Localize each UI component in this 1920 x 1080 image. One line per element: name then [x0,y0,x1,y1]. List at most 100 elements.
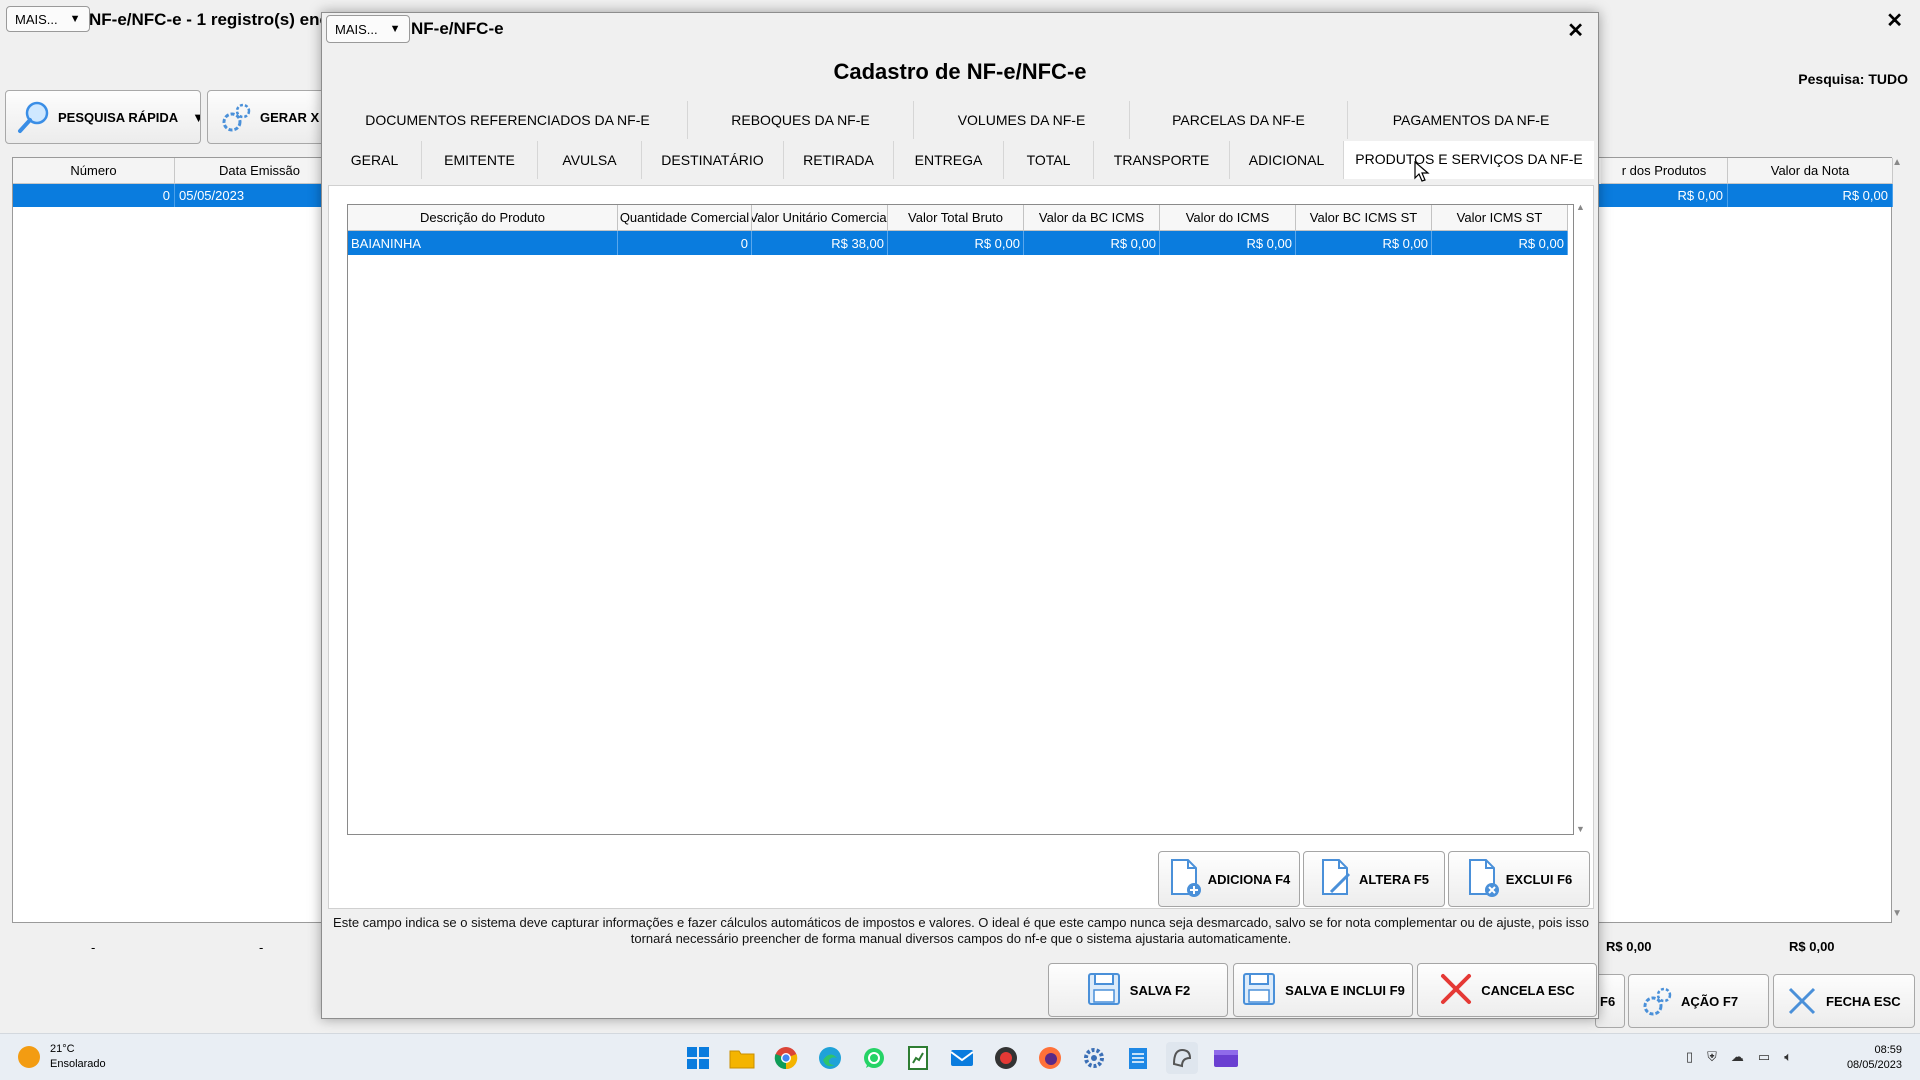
acao-button[interactable]: AÇÃO F7 [1628,974,1769,1028]
exclui-button[interactable]: EXCLUI F6 [1448,851,1590,907]
settings-icon[interactable] [1078,1042,1110,1074]
salva-inclui-label: SALVA E INCLUI F9 [1285,982,1405,998]
tab-parcelas[interactable]: PARCELAS DA NF-E [1130,101,1348,139]
gerar-button[interactable]: GERAR X [207,90,327,144]
cell-bc-icms: R$ 0,00 [1024,231,1160,255]
search-icon [16,99,52,135]
cell-icms-st: R$ 0,00 [1432,231,1568,255]
cell-valor-total-bruto: R$ 0,00 [888,231,1024,255]
tab-destinatario[interactable]: DESTINATÁRIO [642,141,784,179]
grid-header: Descrição do Produto Quantidade Comercia… [348,205,1568,231]
chrome-icon[interactable] [770,1042,802,1074]
column-header-bc-icms-st[interactable]: Valor BC ICMS ST [1296,205,1432,231]
close-icon [1784,983,1820,1019]
background-mais-button[interactable]: MAIS... ▼ [6,6,90,32]
column-header-valor-icms[interactable]: Valor do ICMS [1160,205,1296,231]
column-header-valor-nota[interactable]: Valor da Nota [1728,158,1893,184]
cell-bc-icms-st: R$ 0,00 [1296,231,1432,255]
column-header-numero[interactable]: Número [13,158,175,184]
tab-documentos-referenciados[interactable]: DOCUMENTOS REFERENCIADOS DA NF-E [328,101,688,139]
cloud-icon[interactable]: ☁ [1731,1049,1744,1065]
usb-icon[interactable]: ▯ [1686,1049,1693,1065]
fecha-button[interactable]: FECHA ESC [1773,974,1915,1028]
gear-icon [1639,983,1675,1019]
f6-button[interactable]: F6 [1595,974,1625,1028]
spreadsheet-icon[interactable] [902,1042,934,1074]
tab-geral[interactable]: GERAL [328,141,422,179]
tab-pagamentos[interactable]: PAGAMENTOS DA NF-E [1348,101,1594,139]
produtos-grid[interactable]: Descrição do Produto Quantidade Comercia… [347,204,1574,835]
scroll-down-icon[interactable]: ▼ [1892,908,1902,919]
column-header-bc-icms[interactable]: Valor da BC ICMS [1024,205,1160,231]
mouse-cursor-icon [1414,161,1430,182]
column-header-quantidade[interactable]: Quantidade Comercial [618,205,752,231]
tab-reboques[interactable]: REBOQUES DA NF-E [688,101,914,139]
tab-emitente[interactable]: EMITENTE [422,141,538,179]
save-icon [1241,971,1277,1010]
f6-label: F6 [1600,993,1616,1009]
active-app-icon[interactable] [1166,1042,1198,1074]
firefox-icon[interactable] [1034,1042,1066,1074]
cancel-icon [1439,972,1473,1009]
clock-date: 08/05/2023 [1846,1059,1902,1071]
table-row[interactable]: BAIANINHA 0 R$ 38,00 R$ 0,00 R$ 0,00 R$ … [348,231,1568,255]
cancela-button[interactable]: CANCELA ESC [1417,963,1597,1017]
windows-start-icon[interactable] [682,1042,714,1074]
tab-adicional[interactable]: ADICIONAL [1230,141,1344,179]
tab-produtos-servicos[interactable]: PRODUTOS E SERVIÇOS DA NF-E [1344,141,1594,179]
hint-line-2: tornará necessário preencher de forma ma… [630,931,1292,946]
salva-inclui-button[interactable]: SALVA E INCLUI F9 [1233,963,1413,1017]
cadastro-nfe-dialog: MAIS... ▼ NF-e/NFC-e ✕ Cadastro de NF-e/… [321,12,1599,1019]
scroll-up-icon[interactable]: ▲ [1892,157,1902,168]
salva-label: SALVA F2 [1129,982,1191,998]
adiciona-button[interactable]: ADICIONA F4 [1158,851,1300,907]
modal-close-icon[interactable]: ✕ [1567,18,1584,43]
pesquisa-label: Pesquisa: TUDO [1798,71,1908,87]
dropdown-arrow-icon: ▼ [389,23,401,35]
column-header-valor-unitario[interactable]: Valor Unitário Comercial [752,205,888,231]
clock[interactable]: 08:59 08/05/2023 [1847,1043,1902,1073]
salva-button[interactable]: SALVA F2 [1048,963,1228,1017]
background-mais-label: MAIS... [15,11,58,27]
background-close-icon[interactable]: ✕ [1886,8,1903,33]
whatsapp-icon[interactable] [858,1042,890,1074]
altera-label: ALTERA F5 [1358,871,1430,887]
altera-button[interactable]: ALTERA F5 [1303,851,1445,907]
security-icon[interactable]: ⛨ [1707,1049,1717,1065]
clock-time: 08:59 [1874,1044,1902,1056]
scroll-up-icon[interactable]: ▲ [1576,202,1585,212]
modal-mais-button[interactable]: MAIS... ▼ [326,15,410,43]
modal-mais-label: MAIS... [335,21,378,37]
mail-icon[interactable] [946,1042,978,1074]
tab-avulsa[interactable]: AVULSA [538,141,642,179]
document-edit-icon [1319,858,1353,901]
notepad-icon[interactable] [1122,1042,1154,1074]
column-header-valor-total-bruto[interactable]: Valor Total Bruto [888,205,1024,231]
scroll-down-icon[interactable]: ▼ [1576,824,1585,834]
file-explorer-icon[interactable] [726,1042,758,1074]
tab-total[interactable]: TOTAL [1004,141,1094,179]
column-header-descricao[interactable]: Descrição do Produto [348,205,618,231]
acao-label: AÇÃO F7 [1681,993,1739,1009]
volume-icon[interactable]: 🔈︎ [1784,1049,1792,1065]
tab-transporte[interactable]: TRANSPORTE [1094,141,1230,179]
adiciona-label: ADICIONA F4 [1207,871,1291,887]
footer-total-produtos: R$ 0,00 [1606,939,1652,954]
tab-volumes[interactable]: VOLUMES DA NF-E [914,101,1130,139]
background-window-title: NF-e/NFC-e - 1 registro(s) enco [89,10,340,29]
weather-widget[interactable]: 21°C Ensolarado [18,1042,106,1072]
edge-icon[interactable] [814,1042,846,1074]
column-header-icms-st[interactable]: Valor ICMS ST [1432,205,1568,231]
tab-retirada[interactable]: RETIRADA [784,141,894,179]
network-icon[interactable]: ▭ [1758,1049,1770,1065]
dropdown-arrow-icon: ▼ [192,110,200,125]
modal-window-title: NF-e/NFC-e [411,19,504,38]
taskbar: 21°C Ensolarado ▯ ⛨ ☁ ▭ 🔈︎ 08:59 08/05/2… [0,1033,1920,1080]
tab-entrega[interactable]: ENTREGA [894,141,1004,179]
video-icon[interactable] [1210,1042,1242,1074]
pesquisa-rapida-button[interactable]: PESQUISA RÁPIDA ▼ [5,90,201,144]
app-icon[interactable] [990,1042,1022,1074]
fecha-label: FECHA ESC [1826,993,1901,1009]
column-header-data-emissao[interactable]: Data Emissão [175,158,345,184]
column-header-valor-produtos[interactable]: r dos Produtos [1601,158,1728,184]
